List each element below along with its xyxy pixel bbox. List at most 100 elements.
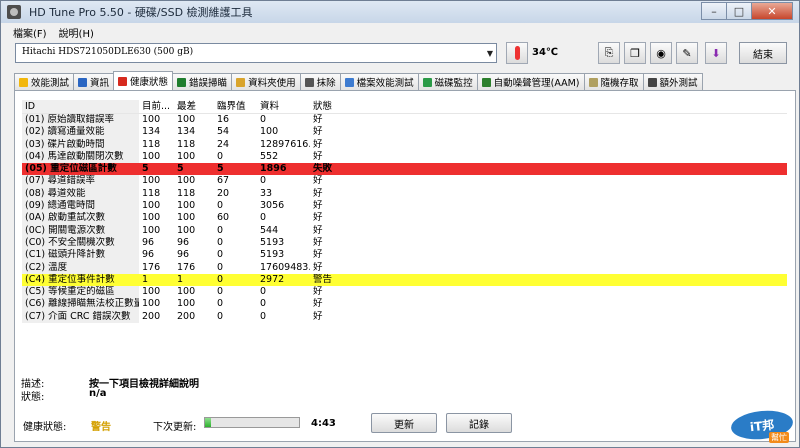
current-value: 100 — [142, 200, 161, 212]
minimize-button[interactable]: – — [701, 2, 727, 20]
table-row[interactable]: (C1) 磁頭升降計數 96 96 0 5193 好 — [22, 249, 787, 262]
table-row[interactable]: (C7) 介面 CRC 錯誤次數 200 200 0 0 好 — [22, 310, 787, 324]
worst-value: 100 — [177, 114, 196, 125]
current-value: 1 — [142, 273, 149, 285]
table-row[interactable]: (C4) 重定位事件計數 1 1 0 2972 警告 — [22, 273, 787, 287]
column-header-worst[interactable]: 最差 — [174, 100, 214, 113]
table-row[interactable]: (04) 馬達啟動關閉次數 100 100 0 552 好 — [22, 150, 787, 164]
table-row[interactable]: (09) 總通電時間 100 100 0 3056 好 — [22, 200, 787, 213]
table-row[interactable]: (0A) 啟動重試次數 100 100 60 0 好 — [22, 212, 787, 225]
refresh-button[interactable]: 更新 — [371, 413, 437, 433]
tab-0[interactable]: 效能測試 — [14, 73, 75, 90]
menu-help[interactable]: 說明(H) — [59, 25, 94, 40]
menu-file[interactable]: 檔案(F) — [13, 25, 47, 40]
attribute-status: 好 — [313, 200, 323, 212]
tab-3[interactable]: 錯誤掃瞄 — [172, 73, 233, 90]
threshold-value: 20 — [217, 187, 230, 199]
tab-4[interactable]: 資料夾使用 — [231, 73, 301, 90]
threshold-value: 0 — [217, 150, 224, 162]
table-row[interactable]: (0C) 開關電源次數 100 100 0 544 好 — [22, 224, 787, 237]
exit-button[interactable]: 結束 — [739, 42, 787, 64]
raw-data: 0 — [260, 298, 267, 310]
attribute-id: (09) 總通電時間 — [22, 200, 139, 213]
tab-9[interactable]: 隨機存取 — [583, 73, 644, 90]
table-row[interactable]: (03) 碟片啟動時間1181182412897616...好 — [22, 138, 787, 151]
next-update-time: 4:43 — [311, 418, 336, 429]
copy-info-button[interactable]: ⎘ — [598, 42, 620, 64]
smart-table: ID 目前... 最差 臨界值 資料 狀態 (01) 原始讀取錯誤率 100 100… — [22, 100, 787, 448]
table-row[interactable]: (C0) 不安全關機次數 96 96 0 5193 好 — [22, 236, 787, 250]
table-row[interactable]: (C2) 溫度176176017609483...好 — [22, 261, 787, 274]
column-header-status[interactable]: 狀態 — [310, 100, 350, 113]
app-window: HD Tune Pro 5.50 - 硬碟/SSD 檢測維護工具 – □ ✕ 檔… — [0, 0, 800, 448]
tab-icon — [177, 77, 187, 87]
health-status-value: 警告 — [91, 422, 111, 433]
threshold-value: 0 — [217, 261, 224, 273]
tab-2[interactable]: 健康狀態 — [113, 71, 174, 90]
camera-icon: ◉ — [656, 46, 666, 60]
attribute-id: (C2) 溫度 — [22, 261, 139, 274]
copy-info-icon: ⎘ — [604, 46, 614, 59]
tab-10[interactable]: 額外測試 — [642, 73, 703, 90]
tab-strip: 效能測試 資訊 健康狀態 錯誤掃瞄 資料夾使用 抹除 檔案效能測試 磁碟監控 自動噪聲管理(AA… — [14, 71, 703, 91]
table-row[interactable]: (07) 尋道錯誤率 100 100 67 0 好 — [22, 175, 787, 188]
tab-label: 抹除 — [316, 78, 336, 89]
worst-value: 118 — [177, 138, 196, 150]
attribute-status: 好 — [313, 249, 323, 261]
tab-1[interactable]: 資訊 — [73, 73, 115, 90]
table-row[interactable]: (08) 尋道效能 118 118 20 33 好 — [22, 187, 787, 201]
tab-label: 資訊 — [90, 78, 110, 89]
screenshot-button[interactable]: ◉ — [650, 42, 672, 64]
attribute-id: (C4) 重定位事件計數 — [22, 273, 139, 287]
raw-data: 0 — [260, 286, 267, 298]
tab-5[interactable]: 抹除 — [299, 73, 341, 90]
worst-value: 176 — [177, 261, 196, 273]
worst-value: 134 — [177, 126, 196, 138]
dropdown-arrow-icon: ▼ — [486, 49, 493, 58]
tab-8[interactable]: 自動噪聲管理(AAM) — [476, 73, 585, 90]
window-title: HD Tune Pro 5.50 - 硬碟/SSD 檢測維護工具 — [29, 6, 253, 19]
threshold-value: 0 — [217, 200, 224, 212]
attribute-id: (07) 尋道錯誤率 — [22, 175, 139, 188]
maximize-button[interactable]: □ — [726, 2, 752, 20]
column-header-current[interactable]: 目前... — [139, 100, 174, 113]
attribute-status: 好 — [313, 236, 323, 248]
table-row[interactable]: (02) 讀寫通量效能 134 134 54 100 好 — [22, 126, 787, 139]
attribute-id: (04) 馬達啟動關閉次數 — [22, 150, 139, 164]
menu-bar: 檔案(F) 說明(H) — [1, 23, 799, 41]
attribute-status: 好 — [313, 298, 323, 310]
download-button[interactable]: ⬇ — [705, 42, 727, 64]
worst-value: 100 — [177, 150, 196, 162]
tab-label: 隨機存取 — [600, 78, 639, 89]
threshold-value: 24 — [217, 138, 230, 150]
worst-value: 200 — [177, 310, 196, 322]
close-button[interactable]: ✕ — [751, 2, 793, 20]
temperature-button[interactable] — [506, 42, 528, 64]
download-icon: ⬇ — [711, 46, 721, 60]
tab-6[interactable]: 檔案效能測試 — [339, 73, 419, 90]
drive-select[interactable]: Hitachi HDS721050DLE630 (500 gB) ▼ — [15, 43, 497, 63]
options-button[interactable]: ✎ — [676, 42, 698, 64]
table-row[interactable]: (01) 原始讀取錯誤率 100 100 16 0 好 — [22, 114, 787, 127]
tab-label: 額外測試 — [659, 78, 698, 89]
tab-label: 資料夾使用 — [248, 78, 296, 89]
current-value: 100 — [142, 224, 161, 236]
log-button[interactable]: 記錄 — [446, 413, 512, 433]
column-header-id[interactable]: ID — [22, 100, 139, 113]
current-value: 176 — [142, 261, 161, 273]
attribute-status: 好 — [313, 175, 323, 187]
current-value: 200 — [142, 310, 161, 322]
current-value: 100 — [142, 175, 161, 187]
tab-7[interactable]: 磁碟監控 — [417, 73, 478, 90]
tab-label: 健康狀態 — [130, 77, 169, 88]
column-header-threshold[interactable]: 臨界值 — [214, 100, 257, 113]
table-row[interactable]: (05) 重定位磁區計數 5 5 5 1896 失敗 — [22, 163, 787, 176]
worst-value: 100 — [177, 200, 196, 212]
column-header-data[interactable]: 資料 — [257, 100, 310, 113]
tab-icon — [304, 77, 314, 87]
smart-table-header: ID 目前... 最差 臨界值 資料 狀態 — [22, 100, 787, 114]
table-row[interactable]: (C5) 等候重定的磁區 100 100 0 0 好 — [22, 286, 787, 299]
table-row[interactable]: (C6) 離線掃瞄無法校正數量 100 100 0 0 好 — [22, 298, 787, 311]
copy-screen-button[interactable]: ❐ — [624, 42, 646, 64]
tab-label: 自動噪聲管理(AAM) — [493, 78, 580, 89]
